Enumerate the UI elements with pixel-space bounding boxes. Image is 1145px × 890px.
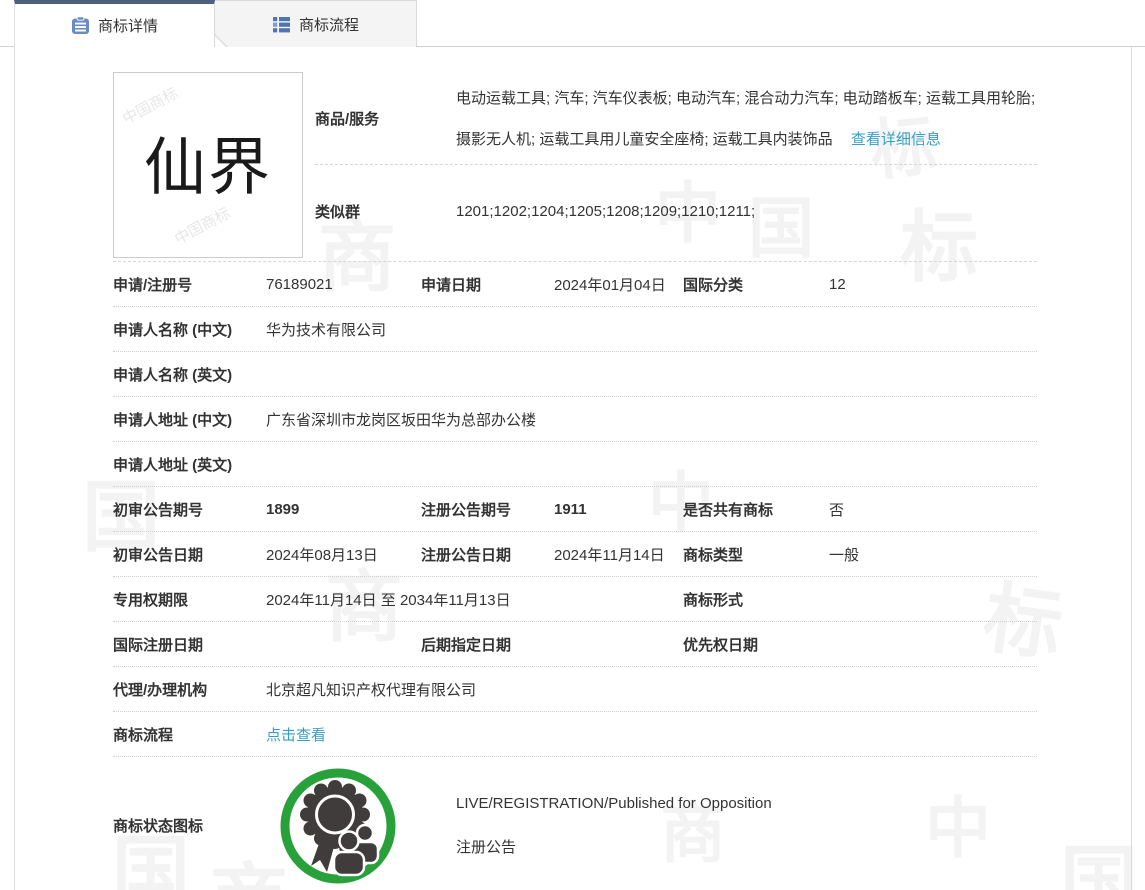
field-label: 初审公告期号 — [113, 501, 204, 519]
row-applicant-address-en: 申请人地址 (英文) — [113, 442, 1037, 487]
field-label: 商标形式 — [683, 591, 744, 609]
tab-label: 商标详情 — [97, 18, 158, 35]
field-label: 初审公告日期 — [113, 546, 204, 564]
view-detail-link[interactable]: 查看详细信息 — [851, 131, 941, 148]
row-applicant-name-cn: 申请人名称 (中文) 华为技术有限公司 — [113, 307, 1037, 352]
row-trademark-status: 商标状态图标 LIVE/REGISTRATION/Published for O… — [113, 757, 1037, 890]
tab-trademark-detail[interactable]: 商标详情 — [14, 0, 215, 47]
field-label: 申请人地址 (中文) — [113, 411, 233, 429]
field-label: 申请人名称 (中文) — [113, 321, 233, 339]
field-value: 1911 — [554, 500, 587, 518]
field-value: 2024年08月13日 — [266, 546, 378, 564]
detail-list-icon — [71, 16, 90, 35]
status-line-chinese: 注册公告 — [456, 838, 517, 856]
detail-panel: 中国商标 仙界 中国商标 商品/服务 电动运载工具; 汽车; 汽车仪表板; 电动… — [14, 47, 1132, 890]
field-label: 商标流程 — [113, 726, 174, 744]
field-value: 2024年01月04日 — [554, 276, 666, 294]
field-value: 一般 — [829, 546, 860, 564]
tab-bar: 商标详情 商标流程 — [0, 0, 1145, 47]
trademark-text: 仙界 — [143, 130, 272, 204]
status-line-english: LIVE/REGISTRATION/Published for Oppositi… — [456, 794, 772, 812]
similar-group-row: 类似群 1201;1202;1204;1205;1208;1209;1210;1… — [315, 165, 1037, 257]
field-value: 华为技术有限公司 — [266, 321, 387, 339]
click-to-view-link[interactable]: 点击查看 — [266, 727, 326, 744]
row-applicant-name-en: 申请人名称 (英文) — [113, 352, 1037, 397]
trademark-detail-page: 商 标 中 国 国 商 标 中 国 商 中 国 标 商 商标详情 — [0, 0, 1145, 890]
field-value: 电动运载工具; 汽车; 汽车仪表板; 电动汽车; 混合动力汽车; 电动踏板车; … — [456, 72, 1037, 164]
field-value: 1201;1202;1204;1205;1208;1209;1210;1211; — [456, 202, 756, 220]
field-label: 商标状态图标 — [113, 818, 204, 835]
row-trademark-process: 商标流程 点击查看 — [113, 712, 1037, 757]
field-label: 国际分类 — [683, 276, 744, 294]
image-watermark: 中国商标 — [171, 204, 233, 248]
field-label: 优先权日期 — [683, 636, 759, 654]
status-badge-icon — [278, 766, 398, 886]
field-value: 1899 — [266, 500, 300, 518]
field-value: 2024年11月14日 至 2034年11月13日 — [266, 591, 511, 609]
row-gazette-dates: 初审公告日期 2024年08月13日 注册公告日期 2024年11月14日 商标… — [113, 532, 1037, 577]
field-label: 申请人地址 (英文) — [113, 456, 233, 474]
field-label: 类似群 — [315, 203, 361, 221]
field-label: 申请人名称 (英文) — [113, 366, 233, 384]
row-international-dates: 国际注册日期 后期指定日期 优先权日期 — [113, 622, 1037, 667]
field-label: 申请日期 — [421, 276, 482, 294]
field-label: 商标类型 — [683, 546, 744, 564]
goods-services-row: 商品/服务 电动运载工具; 汽车; 汽车仪表板; 电动汽车; 混合动力汽车; 电… — [315, 72, 1037, 165]
row-exclusive-period: 专用权期限 2024年11月14日 至 2034年11月13日 商标形式 — [113, 577, 1037, 622]
field-label: 国际注册日期 — [113, 636, 204, 654]
trademark-image: 中国商标 仙界 中国商标 — [113, 72, 303, 258]
field-value: 12 — [829, 275, 846, 293]
field-value: 否 — [829, 501, 845, 519]
field-value: 76189021 — [266, 275, 333, 293]
row-agency: 代理/办理机构 北京超凡知识产权代理有限公司 — [113, 667, 1037, 712]
field-label: 代理/办理机构 — [113, 681, 208, 699]
tab-trademark-process[interactable]: 商标流程 — [215, 0, 417, 47]
field-label: 申请/注册号 — [113, 276, 193, 294]
top-section: 中国商标 仙界 中国商标 商品/服务 电动运载工具; 汽车; 汽车仪表板; 电动… — [113, 72, 1037, 262]
field-value: 2024年11月14日 — [554, 546, 665, 564]
row-gazette-numbers: 初审公告期号 1899 注册公告期号 1911 是否共有商标 否 — [113, 487, 1037, 532]
field-value: 广东省深圳市龙岗区坂田华为总部办公楼 — [266, 411, 537, 429]
field-value: 北京超凡知识产权代理有限公司 — [266, 681, 477, 699]
field-label: 后期指定日期 — [421, 636, 512, 654]
status-texts: LIVE/REGISTRATION/Published for Oppositi… — [456, 794, 772, 858]
process-list-icon — [272, 15, 291, 34]
field-label: 商品/服务 — [315, 111, 380, 128]
row-application-number: 申请/注册号 76189021 申请日期 2024年01月04日 国际分类 12 — [113, 262, 1037, 307]
goods-services-text: 电动运载工具; 汽车; 汽车仪表板; 电动汽车; 混合动力汽车; 电动踏板车; … — [456, 90, 1036, 148]
field-label: 专用权期限 — [113, 591, 189, 609]
row-applicant-address-cn: 申请人地址 (中文) 广东省深圳市龙岗区坂田华为总部办公楼 — [113, 397, 1037, 442]
top-rows: 商品/服务 电动运载工具; 汽车; 汽车仪表板; 电动汽车; 混合动力汽车; 电… — [315, 72, 1037, 258]
field-label: 注册公告日期 — [421, 546, 512, 564]
field-label: 是否共有商标 — [683, 501, 774, 519]
tab-label: 商标流程 — [298, 16, 359, 34]
field-label: 注册公告期号 — [421, 501, 512, 519]
